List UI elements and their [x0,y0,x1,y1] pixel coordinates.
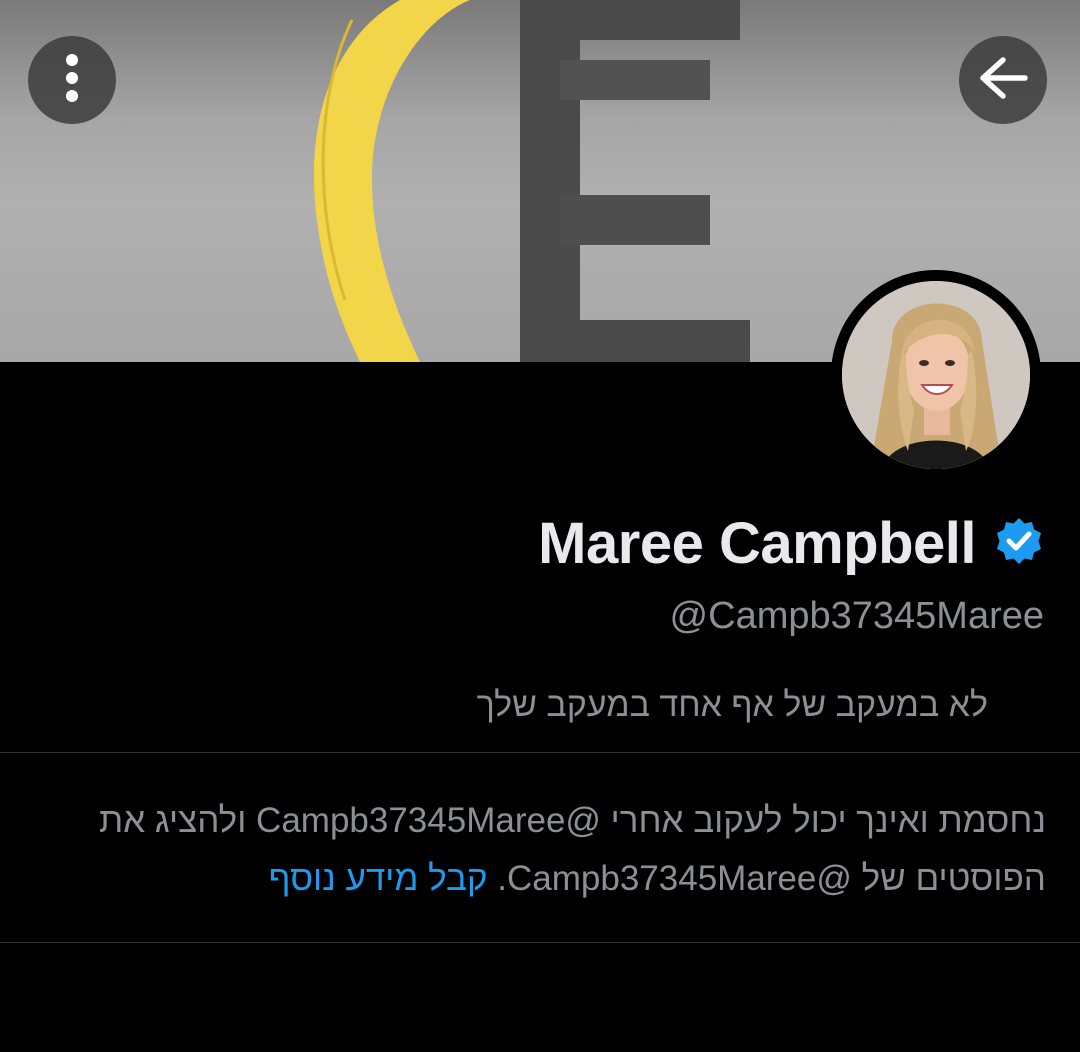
profile-avatar[interactable] [831,270,1041,480]
verified-badge-icon[interactable] [994,516,1044,571]
profile-handle: @Campb37345Maree [669,595,1044,637]
profile-name-row: Maree Campbell [538,505,1044,581]
back-button[interactable] [959,36,1047,124]
learn-more-link[interactable]: קבל מידע נוסף [269,859,488,898]
followers-you-know-text: לא במעקב של אף אחד במעקב שלך [476,686,988,724]
divider [0,752,1080,753]
avatar [842,281,1030,469]
arrow-left-icon [977,56,1029,105]
more-options-button[interactable] [28,36,116,124]
display-name: Maree Campbell [538,510,976,576]
blocked-notice-text: נחסמת ואינך יכול לעקוב אחרי @Campb37345M… [99,801,1046,898]
divider [0,942,1080,943]
blocked-notice: נחסמת ואינך יכול לעקוב אחרי @Campb37345M… [36,792,1046,908]
more-vertical-icon [52,48,92,113]
